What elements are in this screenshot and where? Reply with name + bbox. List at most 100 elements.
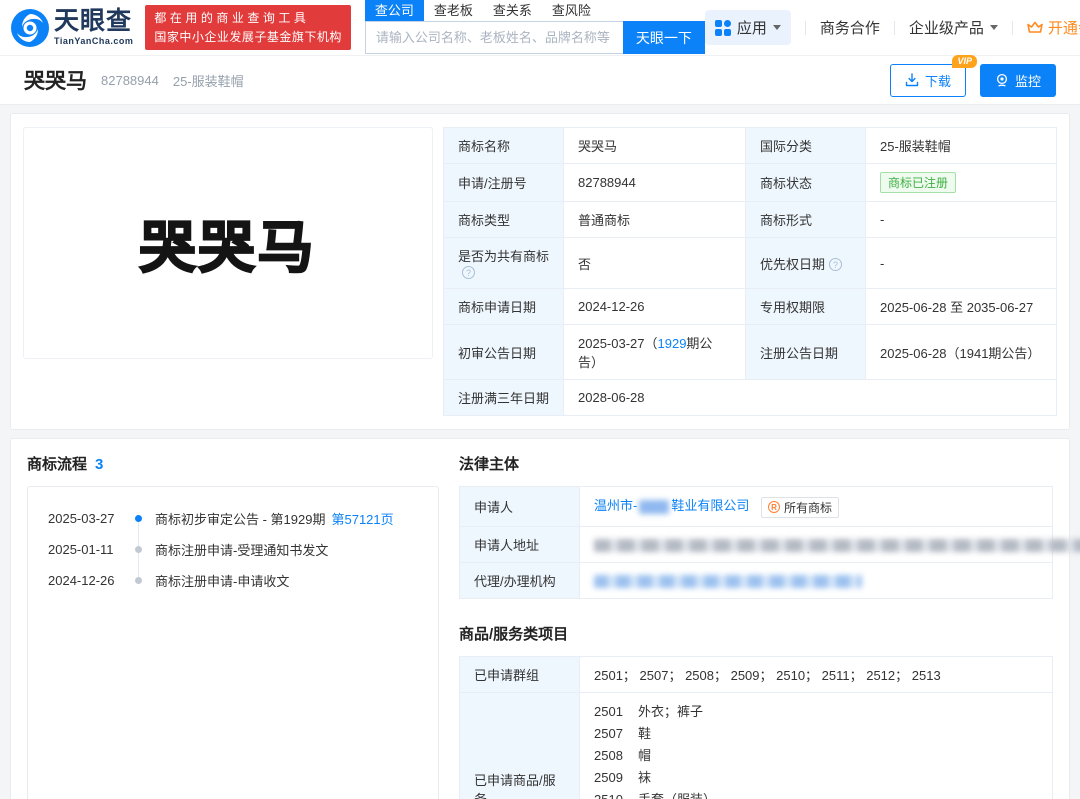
chevron-down-icon [773,25,781,30]
goods-item: 2509袜 [594,767,1038,789]
apps-grid-icon [715,20,731,36]
tab-search-boss[interactable]: 查老板 [424,0,483,21]
tianyancha-logo[interactable]: 天眼查 TianYanCha.com [10,8,133,48]
help-icon[interactable]: ? [829,258,842,271]
download-label: 下载 [925,71,951,90]
goods-label: 已申请商品/服务 [460,692,580,799]
monitor-label: 监控 [1015,71,1041,90]
vip-badge: VIP [952,55,977,68]
search-input[interactable] [365,21,623,54]
download-button[interactable]: 下载 VIP [890,64,966,97]
logo-subtitle: TianYanCha.com [54,37,133,46]
info-label: 商标申请日期 [444,289,564,325]
top-nav: 天眼查 TianYanCha.com 都在用的商业查询工具 国家中小企业发展子基… [0,0,1080,56]
trademark-info-table: 商标名称 哭哭马 国际分类 25-服装鞋帽 申请/注册号 82788944 商标… [443,127,1057,416]
help-icon[interactable]: ? [462,266,475,279]
open-membership-menu[interactable]: 开通会员 [1027,17,1080,38]
apps-menu[interactable]: 应用 [705,10,791,45]
info-value: - [866,202,1057,238]
trademark-overview-card: 哭哭马 商标名称 哭哭马 国际分类 25-服装鞋帽 申请/注册号 8278894… [10,113,1070,430]
legal-value [580,562,1053,598]
goods-item: 2501外衣；裤子 [594,701,1038,723]
timeline-item: 2024-12-26 商标注册申请-申请收文 [48,565,438,596]
applicant-company-link[interactable]: 温州市-鞋业有限公司 [594,498,749,513]
info-value: 2028-06-28 [564,380,1057,416]
page-title: 哭哭马 [24,65,87,95]
info-value: 商标已注册 [866,164,1057,202]
business-cooperation-link[interactable]: 商务合作 [820,17,880,38]
table-row: 商标申请日期 2024-12-26 专用权期限 2025-06-28 至 203… [444,289,1057,325]
nav-right-menu: 应用 商务合作 企业级产品 开通会员 186*... [705,10,1080,45]
table-row: 申请人 温州市-鞋业有限公司 R所有商标 [460,487,1053,527]
tab-search-risk[interactable]: 查风险 [542,0,601,21]
legal-goods-section: 法律主体 申请人 温州市-鞋业有限公司 R所有商标 申请人地址 代理/办理机构 [459,453,1053,799]
gazette-page-link[interactable]: 第57121页 [331,509,393,528]
info-value: 2025-03-27（1929期公告） [564,325,746,380]
registered-icon: R [768,501,780,513]
table-row: 已申请商品/服务 2501外衣；裤子 2507鞋 2508帽 2509袜 251… [460,692,1053,799]
legal-label: 申请人 [460,487,580,527]
info-label: 是否为共有商标? [444,238,564,289]
monitor-button[interactable]: 监控 [980,64,1056,97]
table-row: 注册满三年日期 2028-06-28 [444,380,1057,416]
all-trademarks-badge[interactable]: R所有商标 [761,497,839,518]
blurred-address [594,539,1080,552]
info-value: 25-服装鞋帽 [866,128,1057,164]
legal-table: 申请人 温州市-鞋业有限公司 R所有商标 申请人地址 代理/办理机构 [459,486,1053,599]
timeline-dot-icon [135,546,142,553]
monitor-icon [995,73,1009,87]
slogan-line2: 国家中小企业发展子基金旗下机构 [154,28,342,47]
info-label: 初审公告日期 [444,325,564,380]
divider [894,21,895,35]
legal-label: 代理/办理机构 [460,562,580,598]
slogan-line1: 都在用的商业查询工具 [154,9,342,28]
info-label: 注册公告日期 [746,325,866,380]
tab-search-relation[interactable]: 查关系 [483,0,542,21]
goods-value: 2501外衣；裤子 2507鞋 2508帽 2509袜 2510手套（服装） 2… [580,692,1053,799]
goods-title: 商品/服务类项目 [459,623,1053,644]
timeline-text: 商标注册申请-受理通知书发文 [155,540,328,559]
tab-search-company[interactable]: 查公司 [365,0,424,21]
timeline-item: 2025-03-27 商标初步审定公告 - 第1929期 第57121页 [48,503,438,534]
info-label: 申请/注册号 [444,164,564,202]
timeline-item: 2025-01-11 商标注册申请-受理通知书发文 [48,534,438,565]
timeline-dot-icon [135,577,142,584]
goods-table: 已申请群组 2501； 2507； 2508； 2509； 2510； 2511… [459,656,1053,799]
goods-item: 2510手套（服装） [594,789,1038,799]
info-value: 82788944 [564,164,746,202]
timeline-date: 2025-03-27 [48,511,126,526]
business-cooperation-label: 商务合作 [820,17,880,38]
trademark-image-text: 哭哭马 [140,203,317,284]
divider [1012,21,1013,35]
info-value: - [866,238,1057,289]
page-title-bar: 哭哭马 82788944 25-服装鞋帽 下载 VIP 监控 [0,56,1080,105]
legal-label: 申请人地址 [460,526,580,562]
enterprise-products-menu[interactable]: 企业级产品 [909,17,998,38]
search-tabs: 查公司 查老板 查关系 查风险 [365,1,705,21]
process-title: 商标流程3 [27,453,439,474]
table-row: 申请人地址 [460,526,1053,562]
timeline-text: 商标注册申请-申请收文 [155,571,289,590]
info-value: 2025-06-28 至 2035-06-27 [866,289,1057,325]
crown-icon [1027,21,1043,34]
blurred-agency [594,575,862,588]
legal-value [580,526,1053,562]
trademark-detail-card: 商标流程3 2025-03-27 商标初步审定公告 - 第1929期 第5712… [10,438,1070,799]
info-value: 否 [564,238,746,289]
legal-value: 温州市-鞋业有限公司 R所有商标 [580,487,1053,527]
page-content: 哭哭马 商标名称 哭哭马 国际分类 25-服装鞋帽 申请/注册号 8278894… [0,105,1080,799]
trademark-image: 哭哭马 [23,127,433,359]
apps-label: 应用 [737,17,767,38]
timeline-text: 商标初步审定公告 - 第1929期 [155,509,325,528]
logo-title: 天眼查 [54,9,133,34]
search-button[interactable]: 天眼一下 [623,21,705,54]
table-row: 代理/办理机构 [460,562,1053,598]
goods-item: 2508帽 [594,745,1038,767]
table-row: 已申请群组 2501； 2507； 2508； 2509； 2510； 2511… [460,656,1053,692]
logo-swirl-icon [10,8,50,48]
table-row: 商标类型 普通商标 商标形式 - [444,202,1057,238]
timeline-date: 2025-01-11 [48,542,126,557]
gazette-issue-link[interactable]: 1929 [658,336,687,351]
process-count: 3 [95,456,103,473]
process-section: 商标流程3 2025-03-27 商标初步审定公告 - 第1929期 第5712… [27,453,439,799]
